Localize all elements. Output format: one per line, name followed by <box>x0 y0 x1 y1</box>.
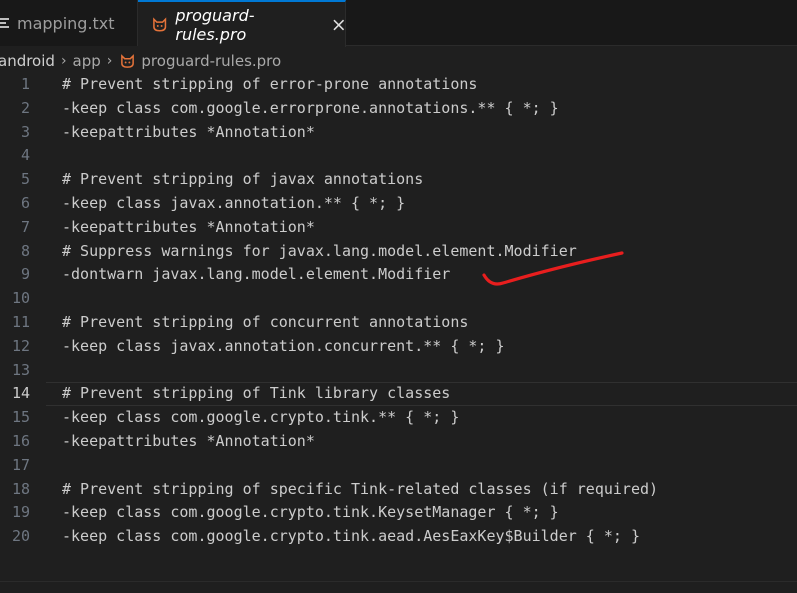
code-line[interactable]: 9 -dontwarn javax.lang.model.element.Modi… <box>0 263 797 287</box>
bottom-panel-edge <box>0 581 797 593</box>
line-number: 19 <box>11 503 30 522</box>
breadcrumb: android › app › proguard-rules.pro <box>0 47 797 75</box>
line-number: 17 <box>11 455 30 474</box>
code-text: # Prevent stripping of specific Tink-rel… <box>62 479 659 498</box>
breadcrumb-item-app[interactable]: app <box>73 52 101 70</box>
code-line[interactable]: 17 <box>0 454 797 478</box>
code-text: -dontwarn javax.lang.model.element.Modif… <box>62 265 451 284</box>
code-line[interactable]: 10 <box>0 287 797 311</box>
tab-label: mapping.txt <box>17 13 115 33</box>
line-number: 6 <box>20 194 30 212</box>
code-text: # Prevent stripping of error-prone annot… <box>62 75 478 93</box>
code-text: -keepattributes *Annotation* <box>62 122 315 141</box>
tab-bar: mapping.txt proguard-rules.pro <box>0 0 797 47</box>
code-line[interactable]: 6 -keep class javax.annotation.** { *; } <box>0 192 797 216</box>
text-lines-icon <box>0 16 9 30</box>
tab-mapping-txt[interactable]: mapping.txt <box>0 0 138 46</box>
line-number: 5 <box>20 170 30 189</box>
code-text: # Prevent stripping of concurrent annota… <box>62 313 469 331</box>
code-line[interactable]: 8 # Suppress warnings for javax.lang.mode… <box>0 240 797 264</box>
code-text: -keep class com.google.errorprone.annota… <box>62 98 559 117</box>
breadcrumb-item-file[interactable]: proguard-rules.pro <box>141 52 281 70</box>
line-number: 4 <box>20 146 30 165</box>
tab-label: proguard-rules.pro <box>175 5 255 44</box>
line-number: 15 <box>11 408 30 427</box>
line-number: 2 <box>20 98 30 117</box>
line-number: 13 <box>11 360 30 379</box>
breadcrumb-item-android[interactable]: android <box>0 52 55 70</box>
code-text: -keepattributes *Annotation* <box>62 217 315 236</box>
code-text: # Suppress warnings for javax.lang.model… <box>62 241 577 260</box>
close-icon[interactable] <box>333 19 345 31</box>
line-number: 18 <box>11 479 30 498</box>
proguard-cat-icon <box>153 16 167 32</box>
code-text: -keep class javax.annotation.** { *; } <box>62 194 406 212</box>
code-text: -keep class javax.annotation.concurrent.… <box>62 336 505 355</box>
line-number: 10 <box>11 289 30 308</box>
tab-proguard-rules[interactable]: proguard-rules.pro <box>138 0 346 47</box>
code-text: # Prevent stripping of javax annotations <box>62 170 424 189</box>
proguard-cat-icon <box>121 53 135 68</box>
code-text: -keep class com.google.crypto.tink.Keyse… <box>62 503 559 522</box>
line-number: 11 <box>11 313 30 331</box>
line-number: 8 <box>20 241 30 260</box>
line-number: 3 <box>20 122 30 141</box>
line-number: 12 <box>11 336 30 355</box>
code-line[interactable]: 2 -keep class com.google.errorprone.annot… <box>0 97 797 121</box>
line-number: 14 <box>11 384 30 403</box>
code-line[interactable]: 3 -keepattributes *Annotation* <box>0 121 797 145</box>
code-text: # Prevent stripping of Tink library clas… <box>62 384 451 403</box>
code-line[interactable]: 7 -keepattributes *Annotation* <box>0 216 797 240</box>
code-line[interactable]: 20 -keep class com.google.crypto.tink.aea… <box>0 525 797 549</box>
code-line[interactable]: 19 -keep class com.google.crypto.tink.Key… <box>0 501 797 525</box>
code-text: -keep class com.google.crypto.tink.aead.… <box>62 527 640 546</box>
code-line[interactable]: 4 <box>0 144 797 168</box>
code-text: -keep class com.google.crypto.tink.** { … <box>62 408 460 427</box>
code-line[interactable]: 5 # Prevent stripping of javax annotation… <box>0 168 797 192</box>
code-line[interactable]: 16 -keepattributes *Annotation* <box>0 430 797 454</box>
code-line[interactable]: 14 # Prevent stripping of Tink library cl… <box>0 382 797 407</box>
code-line[interactable]: 15 -keep class com.google.crypto.tink.** … <box>0 406 797 430</box>
code-text: -keepattributes *Annotation* <box>62 432 315 450</box>
chevron-right-icon: › <box>106 53 113 69</box>
code-line[interactable]: 1 # Prevent stripping of error-prone anno… <box>0 73 797 97</box>
line-number: 1 <box>20 75 30 93</box>
code-line[interactable]: 13 <box>0 359 797 383</box>
code-line[interactable]: 11 # Prevent stripping of concurrent anno… <box>0 311 797 335</box>
line-number: 9 <box>20 265 30 284</box>
code-line[interactable]: 18 # Prevent stripping of specific Tink-r… <box>0 478 797 502</box>
chevron-right-icon: › <box>60 53 67 69</box>
code-line[interactable]: 12 -keep class javax.annotation.concurren… <box>0 335 797 359</box>
line-number: 20 <box>11 527 30 546</box>
line-number: 7 <box>20 217 30 236</box>
code-editor[interactable]: 1 # Prevent stripping of error-prone anno… <box>0 73 797 581</box>
line-number: 16 <box>11 432 30 450</box>
